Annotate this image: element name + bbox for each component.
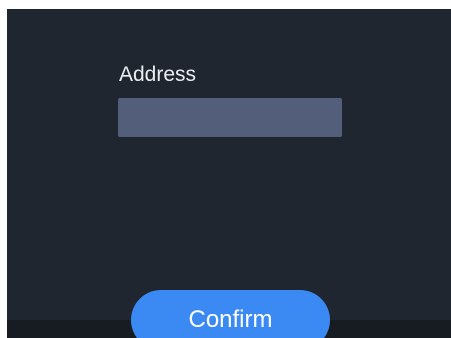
confirm-button-label: Confirm xyxy=(188,306,273,333)
address-input[interactable] xyxy=(118,98,342,137)
confirm-button[interactable]: Confirm xyxy=(131,290,330,338)
app-screen: Address Confirm xyxy=(7,9,451,338)
address-label: Address xyxy=(119,63,197,86)
